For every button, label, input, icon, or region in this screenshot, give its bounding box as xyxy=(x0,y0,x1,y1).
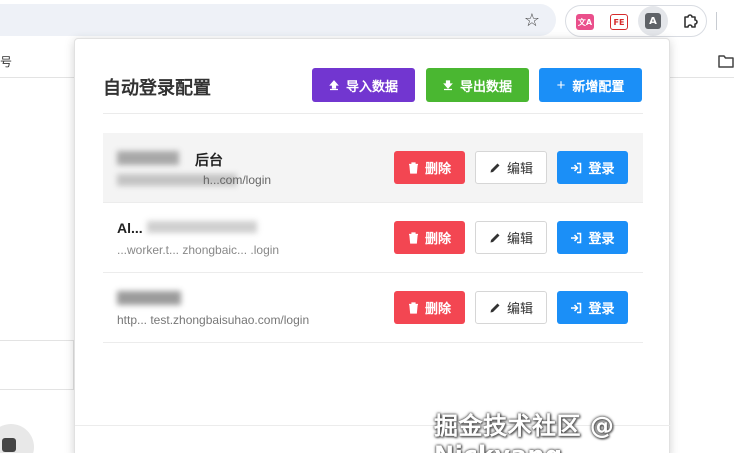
background-card xyxy=(0,340,74,390)
edit-button-label: 编辑 xyxy=(506,161,533,176)
edit-button[interactable]: 编辑 xyxy=(475,151,547,184)
upload-icon xyxy=(329,79,339,90)
add-config-button[interactable]: + 新增配置 xyxy=(539,68,642,102)
redacted-name xyxy=(117,151,179,165)
trash-icon xyxy=(408,301,418,314)
config-url: h...com/login xyxy=(203,173,272,187)
pencil-icon xyxy=(490,163,500,172)
sign-in-icon xyxy=(571,162,582,173)
delete-button[interactable]: 删除 xyxy=(394,291,465,324)
pencil-icon xyxy=(490,233,500,242)
login-button-label: 登录 xyxy=(588,231,615,246)
sign-in-icon xyxy=(571,302,582,313)
add-config-button-label: 新增配置 xyxy=(572,78,625,94)
config-row: Al... ...worker.t... zhongbaic... .login… xyxy=(103,203,643,273)
delete-button[interactable]: 删除 xyxy=(394,151,465,184)
config-row: http... test.zhongbaisuhao.com/login 删除 … xyxy=(103,273,643,343)
pencil-icon xyxy=(490,303,500,312)
export-button[interactable]: 导出数据 xyxy=(426,68,529,102)
auto-login-extension-glyph: A xyxy=(645,13,661,29)
translate-extension-icon[interactable]: 文A xyxy=(576,14,594,30)
auto-login-extension-icon[interactable]: A xyxy=(638,6,668,36)
login-button-label: 登录 xyxy=(588,301,615,316)
login-button[interactable]: 登录 xyxy=(557,151,628,184)
login-button[interactable]: 登录 xyxy=(557,221,628,254)
background-app-icon xyxy=(0,424,34,453)
delete-button-label: 删除 xyxy=(424,231,451,246)
config-url: http... test.zhongbaisuhao.com/login xyxy=(117,313,310,327)
trash-icon xyxy=(408,231,418,244)
import-button-label: 导入数据 xyxy=(345,78,398,94)
config-url: ...worker.t... zhongbaic... .login xyxy=(117,243,280,257)
extensions-toolbar: 文A FE A xyxy=(565,5,707,37)
bookmark-item-label[interactable]: 号 xyxy=(0,53,12,70)
puzzle-icon[interactable] xyxy=(682,12,700,30)
auto-login-popup: 自动登录配置 导入数据 导出数据 + 新增配置 后台 h...com/login… xyxy=(74,38,671,453)
config-name: Al... xyxy=(117,220,143,236)
toolbar-divider xyxy=(716,12,717,30)
bookmark-star-icon[interactable]: ☆ xyxy=(518,8,546,32)
edit-button-label: 编辑 xyxy=(506,301,533,316)
plus-icon: + xyxy=(556,76,566,94)
fe-extension-icon[interactable]: FE xyxy=(610,14,628,30)
delete-button-label: 删除 xyxy=(424,161,451,176)
config-row: 后台 h...com/login 删除 编辑 登录 xyxy=(103,133,643,203)
export-button-label: 导出数据 xyxy=(459,78,512,94)
redacted-name xyxy=(117,291,181,305)
address-bar[interactable] xyxy=(0,4,556,36)
download-icon xyxy=(443,79,453,90)
trash-icon xyxy=(408,161,418,174)
sign-in-icon xyxy=(571,232,582,243)
edit-button[interactable]: 编辑 xyxy=(475,291,547,324)
config-name: 后台 xyxy=(195,152,223,168)
watermark: 掘金技术社区 @ Nickyang xyxy=(434,412,615,453)
redacted-name xyxy=(147,221,257,233)
header-divider xyxy=(103,113,643,114)
popup-title: 自动登录配置 xyxy=(103,78,211,98)
login-button[interactable]: 登录 xyxy=(557,291,628,324)
edit-button[interactable]: 编辑 xyxy=(475,221,547,254)
login-button-label: 登录 xyxy=(588,161,615,176)
edit-button-label: 编辑 xyxy=(506,231,533,246)
delete-button-label: 删除 xyxy=(424,301,451,316)
folder-icon[interactable] xyxy=(718,54,734,68)
delete-button[interactable]: 删除 xyxy=(394,221,465,254)
import-button[interactable]: 导入数据 xyxy=(312,68,415,102)
